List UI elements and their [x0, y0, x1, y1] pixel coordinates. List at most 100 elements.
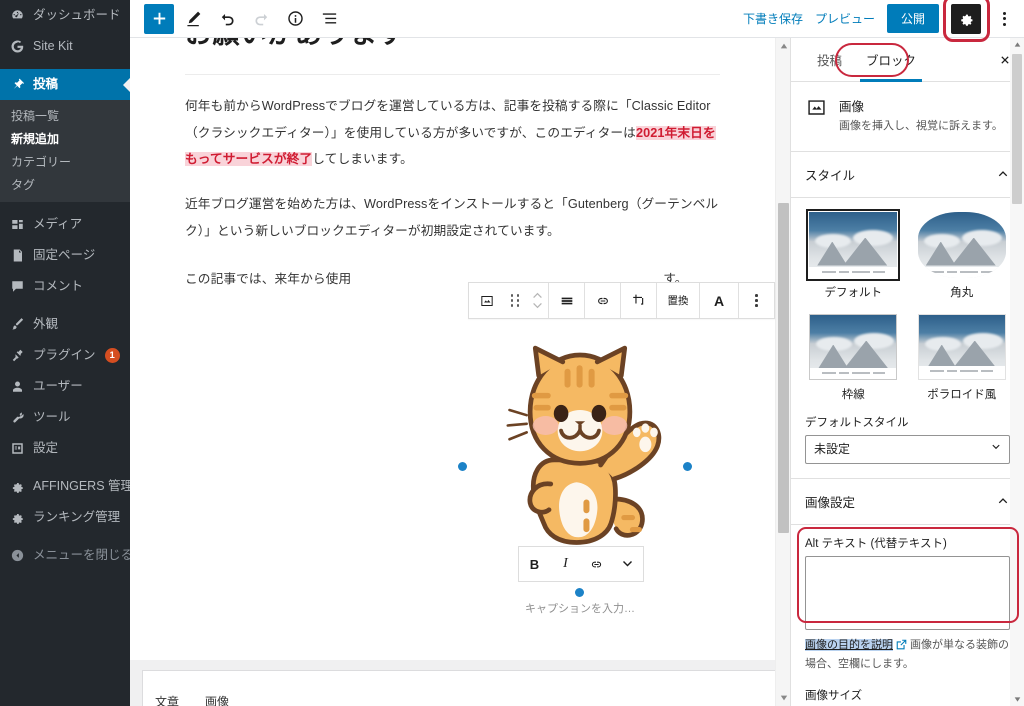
scroll-down-arrow[interactable]	[776, 691, 791, 705]
sidebar-item-comments[interactable]: コメント	[0, 271, 130, 302]
submenu-item-tags[interactable]: タグ	[0, 173, 130, 196]
sidebar-item-label: メディア	[33, 217, 83, 232]
tab-block[interactable]: ブロック	[854, 38, 928, 82]
alt-text-input[interactable]	[805, 555, 1010, 630]
drag-handle[interactable]	[504, 283, 526, 318]
paragraph-block-1[interactable]: 何年も前からWordPressでブログを運営している方は、記事を投稿する際に「C…	[185, 93, 720, 173]
italic-button[interactable]: I	[550, 547, 581, 581]
redo-icon	[254, 13, 267, 26]
sidebar-item-label: ダッシュボード	[33, 8, 121, 23]
editor-tools-group	[130, 3, 344, 34]
image-block[interactable]: B I キャプションを入力…	[458, 328, 692, 628]
submenu-item-add-new[interactable]: 新規追加	[0, 127, 130, 150]
move-up-down-buttons[interactable]	[526, 283, 548, 318]
submenu-item-categories[interactable]: カテゴリー	[0, 150, 130, 173]
text-style-button[interactable]: A	[700, 283, 738, 318]
page-icon	[9, 247, 26, 264]
save-draft-button[interactable]: 下書き保存	[743, 10, 803, 27]
replace-button[interactable]: 置換	[657, 283, 699, 318]
settings-panel-tabs: 投稿 ブロック	[791, 38, 1024, 82]
list-view-button[interactable]	[314, 4, 344, 34]
more-formats-button[interactable]	[612, 547, 643, 581]
undo-icon	[221, 13, 234, 26]
publish-button[interactable]: 公開	[886, 4, 939, 33]
style-thumb-rounded	[917, 211, 1006, 278]
style-option-default[interactable]: デフォルト	[805, 208, 902, 300]
post-heading-text: お願いがあります	[185, 38, 405, 51]
selection-handle-left[interactable]	[458, 462, 467, 471]
sidebar-item-media[interactable]: メディア	[0, 209, 130, 240]
sidebar-item-site-kit[interactable]: Site Kit	[0, 31, 130, 62]
sidebar-item-users[interactable]: ユーザー	[0, 371, 130, 402]
document-info-button[interactable]	[280, 4, 310, 34]
sidebar-item-label: 設定	[33, 441, 59, 456]
style-option-bordered[interactable]: 枠線	[805, 313, 902, 402]
wordpress-block-editor-screen: ダッシュボード Site Kit 投稿 投稿一覧 新規追加 カテゴリー タグ メ…	[0, 0, 1024, 706]
sidebar-item-label: ユーザー	[33, 379, 83, 394]
alt-text-help-link[interactable]: 画像の目的を説明	[805, 638, 893, 651]
image-settings-title: 画像設定	[805, 495, 856, 510]
link-button[interactable]	[581, 547, 612, 581]
settings-panel-scrollbar[interactable]	[1010, 38, 1024, 706]
block-type-image-button[interactable]	[469, 283, 504, 318]
settings-gear-button[interactable]	[951, 3, 981, 34]
gear-icon	[960, 14, 972, 26]
styles-section-header[interactable]: スタイル	[791, 152, 1024, 198]
redo-button[interactable]	[246, 4, 276, 34]
sidebar-item-ranking-admin[interactable]: ランキング管理	[0, 502, 130, 533]
selection-handle-bottom[interactable]	[575, 588, 584, 597]
settings-scroll-down-arrow[interactable]	[1010, 693, 1024, 706]
sidebar-item-pages[interactable]: 固定ページ	[0, 240, 130, 271]
settings-scrollbar-thumb[interactable]	[1012, 54, 1022, 204]
bottom-panel-labels: 文章 画像	[155, 693, 229, 706]
submenu-item-all-posts[interactable]: 投稿一覧	[0, 104, 130, 127]
collapse-arrow-icon	[9, 547, 26, 564]
post-heading-clipped[interactable]: お願いがあります	[185, 38, 720, 64]
bold-button[interactable]: B	[519, 547, 550, 581]
block-toolbar-group-more	[739, 283, 774, 318]
sidebar-item-collapse-menu[interactable]: メニューを閉じる	[0, 540, 130, 571]
crop-button[interactable]	[621, 283, 656, 318]
sidebar-item-posts[interactable]: 投稿	[0, 69, 130, 100]
paragraph-block-2[interactable]: 近年ブログ運営を始めた方は、WordPressをインストールすると「Gutenb…	[185, 191, 720, 244]
edit-mode-button[interactable]	[178, 4, 208, 34]
block-more-options-button[interactable]	[739, 283, 774, 318]
paragraph-3-pre: この記事では、来年から使用	[185, 272, 352, 287]
appearance-brush-icon	[9, 316, 26, 333]
selection-handle-right[interactable]	[683, 462, 692, 471]
block-info-card: 画像 画像を挿入し、視覚に訴えます。	[791, 82, 1024, 152]
sidebar-item-plugins[interactable]: プラグイン 1	[0, 340, 130, 371]
editor-scrollbar[interactable]	[775, 38, 790, 706]
sidebar-item-affingers-admin[interactable]: AFFINGERS 管理	[0, 471, 130, 502]
scroll-up-arrow[interactable]	[776, 39, 791, 53]
alt-text-field: Alt テキスト (代替テキスト)	[791, 525, 1024, 633]
more-options-button[interactable]	[995, 11, 1013, 26]
sidebar-item-label: ツール	[33, 410, 71, 425]
sidebar-item-tools[interactable]: ツール	[0, 402, 130, 433]
bottom-panel-label-text: 文章	[155, 695, 180, 706]
bottom-panel-box[interactable]: 文章 画像	[142, 670, 778, 706]
bottom-panel-label-image: 画像	[205, 695, 230, 706]
add-block-button[interactable]	[144, 3, 174, 34]
default-style-select[interactable]: 未設定	[805, 434, 1010, 464]
sidebar-item-appearance[interactable]: 外観	[0, 309, 130, 340]
align-button[interactable]	[549, 283, 584, 318]
image-size-field: 画像サイズ サムネイル	[791, 673, 1024, 706]
cat-illustration	[494, 328, 666, 566]
caption-placeholder[interactable]: キャプションを入力…	[468, 600, 692, 616]
image-settings-section-header[interactable]: 画像設定	[791, 477, 1024, 525]
style-option-polaroid[interactable]: ポラロイド風	[914, 313, 1011, 402]
sidebar-item-settings[interactable]: 設定	[0, 433, 130, 464]
settings-scroll-up-arrow[interactable]	[1010, 38, 1024, 51]
undo-button[interactable]	[212, 4, 242, 34]
default-style-field: デフォルトスタイル 未設定	[791, 410, 1024, 478]
kebab-icon	[755, 294, 758, 307]
style-option-rounded[interactable]: 角丸	[914, 211, 1011, 300]
editor-canvas: お願いがあります 何年も前からWordPressでブログを運営している方は、記事…	[130, 38, 790, 706]
link-button[interactable]	[585, 283, 620, 318]
tab-post[interactable]: 投稿	[805, 38, 854, 82]
editor-scrollbar-thumb[interactable]	[778, 203, 789, 533]
alt-text-label: Alt テキスト (代替テキスト)	[805, 537, 947, 550]
preview-button[interactable]: プレビュー	[815, 10, 875, 27]
sidebar-item-dashboard[interactable]: ダッシュボード	[0, 0, 130, 31]
